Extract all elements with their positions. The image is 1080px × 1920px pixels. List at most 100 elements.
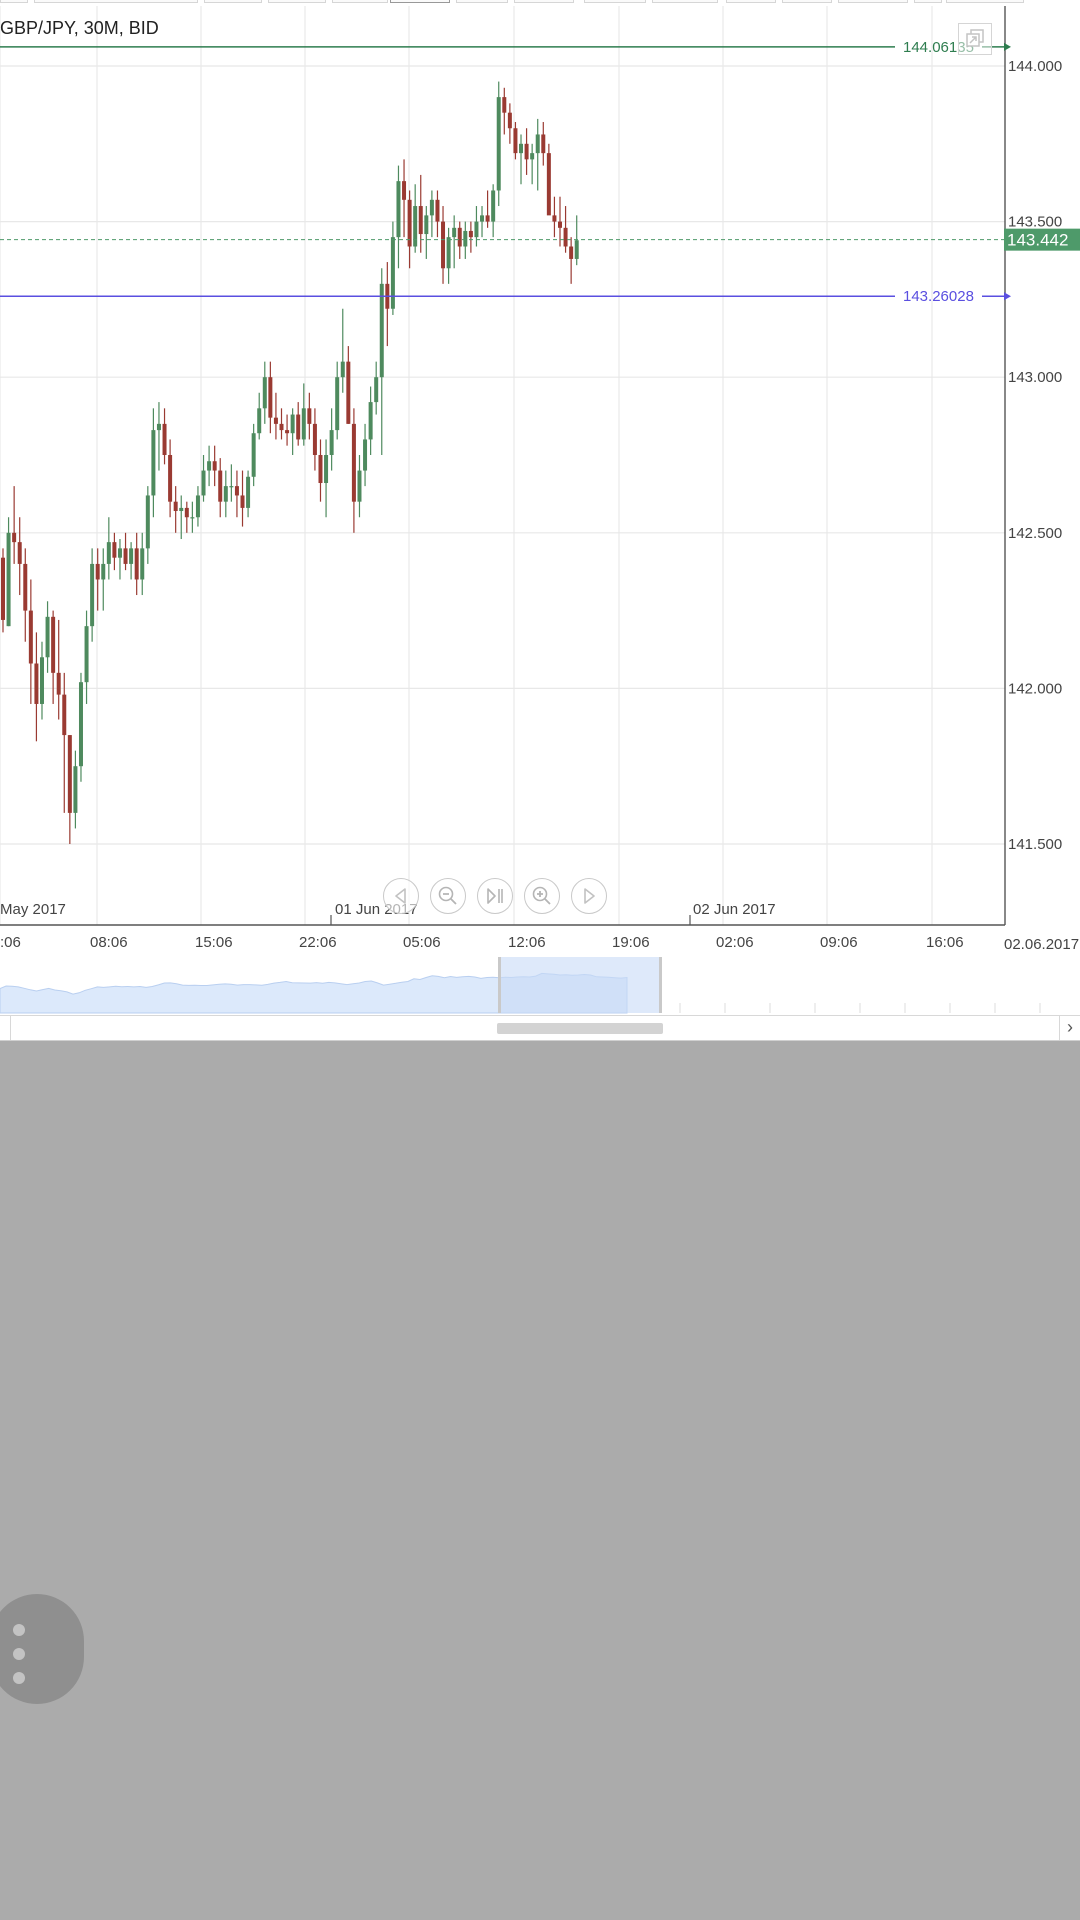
price-axis-label: 144.000 <box>1008 58 1062 75</box>
candle-body <box>452 227 457 238</box>
chart-scrollbar[interactable]: › <box>0 1015 1080 1041</box>
expand-icon <box>966 29 984 47</box>
candle-body <box>563 227 568 247</box>
price-axis-label: 141.500 <box>1008 836 1062 853</box>
candle-body <box>496 97 501 191</box>
candle-body <box>374 377 379 403</box>
chart-panel[interactable]: 144.000 143.500 143.000 142.500 142.000 141.5… <box>0 0 1080 1041</box>
candle-body <box>1 557 5 620</box>
zoom-in-icon <box>532 886 551 905</box>
time-axis-label: 15:06 <box>195 934 233 951</box>
candle-body <box>524 143 529 160</box>
candle-body <box>218 470 223 502</box>
navigator-selection[interactable] <box>499 957 661 1013</box>
candle-body <box>413 206 418 247</box>
candle-body <box>173 501 178 512</box>
candle-body <box>541 134 546 154</box>
time-axis-label: 19:06 <box>612 934 650 951</box>
arrow-right-icon <box>1004 292 1011 301</box>
candle-body <box>23 563 28 611</box>
candle-body <box>519 143 524 154</box>
candle-body <box>190 517 195 519</box>
scrollbar-right-arrow[interactable]: › <box>1059 1016 1080 1040</box>
candle-body <box>184 507 189 518</box>
navigator-handle-right[interactable] <box>659 957 662 1013</box>
candle-body <box>101 563 106 580</box>
candle-body <box>446 237 451 269</box>
candle-body <box>140 548 145 580</box>
candle-body <box>201 470 206 496</box>
candle-body <box>351 423 356 502</box>
zoom-in-button[interactable] <box>524 878 560 914</box>
candle-body <box>307 408 312 424</box>
candle-body <box>51 616 56 673</box>
candle-body <box>474 221 479 238</box>
candle-body <box>363 439 368 471</box>
current-price-label: 143.442 <box>1007 231 1068 250</box>
candle-body <box>485 215 490 222</box>
candle-body <box>463 230 468 247</box>
candle-body <box>546 153 551 216</box>
candle-body <box>106 542 111 564</box>
date-label: 02 Jun 2017 <box>693 901 776 918</box>
candle-body <box>67 735 72 813</box>
candle-body <box>90 563 95 627</box>
candle-body <box>324 455 329 484</box>
candle-body <box>435 199 440 222</box>
go-to-end-button[interactable] <box>477 878 513 914</box>
candle-body <box>112 542 117 558</box>
navigator-series <box>0 957 1041 1014</box>
candle-body <box>78 682 83 767</box>
candle-body <box>552 215 557 222</box>
scroll-left-icon <box>395 888 406 904</box>
time-axis-label: 02:06 <box>716 934 754 951</box>
scrollbar-thumb[interactable] <box>497 1023 663 1034</box>
candle-body <box>151 430 156 496</box>
candle-body <box>257 408 262 434</box>
candle-body <box>262 377 267 409</box>
candle-body <box>480 215 485 222</box>
candle-body <box>117 548 122 558</box>
candle-body <box>179 507 184 512</box>
candle-body <box>301 408 306 440</box>
time-axis-label: 05:06 <box>403 934 441 951</box>
candle-body <box>84 626 89 683</box>
candle-body <box>145 495 150 549</box>
candle-body <box>502 97 507 113</box>
candle-body <box>329 430 334 455</box>
candle-body <box>28 610 33 664</box>
candle-body <box>195 495 200 518</box>
candle-body <box>168 455 173 502</box>
scrollbar-left-cap <box>0 1016 11 1040</box>
zoom-out-button[interactable] <box>430 878 466 914</box>
candle-body <box>246 476 251 508</box>
candle-body <box>95 563 100 580</box>
candle-body <box>535 134 540 154</box>
scroll-left-button[interactable] <box>383 878 419 914</box>
expand-chart-button[interactable] <box>958 23 992 55</box>
candle-body <box>491 190 496 222</box>
candle-body <box>418 206 423 235</box>
candle-body <box>251 433 256 477</box>
scroll-right-icon <box>584 888 595 904</box>
candle-body <box>17 542 22 564</box>
candle-body <box>424 215 429 235</box>
chart-navigator[interactable] <box>0 955 1080 1015</box>
candle-body <box>62 694 67 736</box>
overflow-menu-button[interactable] <box>0 1594 84 1704</box>
candle-body <box>156 423 161 431</box>
candle-body <box>312 423 317 455</box>
price-axis-label: 142.000 <box>1008 680 1062 697</box>
chart-title: GBP/JPY, 30M, BID <box>0 18 159 38</box>
scroll-right-button[interactable] <box>571 878 607 914</box>
candle-body <box>273 417 278 424</box>
candle-body <box>162 423 167 455</box>
candle-body <box>468 230 473 238</box>
candle-body <box>212 461 217 471</box>
candle-body <box>134 548 139 580</box>
navigator-handle-left[interactable] <box>498 957 501 1013</box>
chart-navigation-controls <box>383 878 609 916</box>
candle-body <box>530 153 535 160</box>
chevron-right-icon: › <box>1067 1017 1073 1037</box>
candle-body <box>34 663 39 704</box>
